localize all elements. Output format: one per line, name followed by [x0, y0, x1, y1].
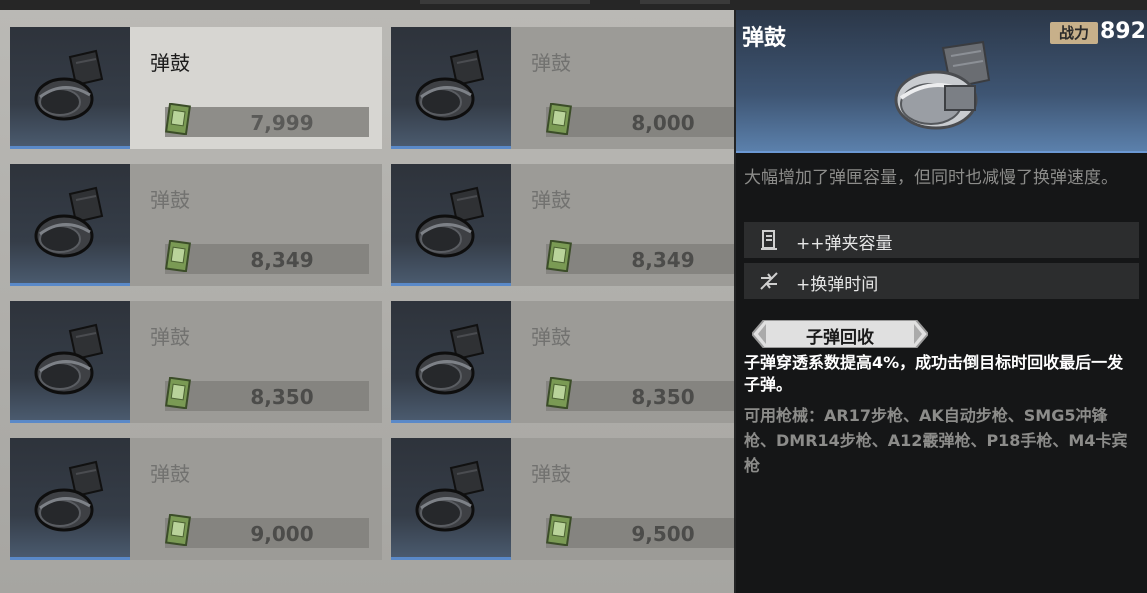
- item-card[interactable]: 弹鼓 8,000: [391, 27, 736, 149]
- item-thumbnail: [10, 27, 130, 149]
- item-price: 9,000: [250, 522, 314, 546]
- price-bar: 8,349: [165, 239, 369, 274]
- stat-row-reload: +换弹时间: [744, 263, 1139, 299]
- item-thumbnail: [391, 438, 511, 560]
- item-name: 弹鼓: [531, 325, 571, 349]
- price-bar: 7,999: [165, 102, 369, 137]
- price-bar: 8,350: [546, 376, 736, 411]
- item-card[interactable]: 弹鼓 7,999: [10, 27, 382, 149]
- item-card[interactable]: 弹鼓 8,350: [391, 301, 736, 423]
- item-name: 弹鼓: [150, 188, 190, 212]
- item-thumbnail: [10, 438, 130, 560]
- item-name: 弹鼓: [531, 51, 571, 75]
- item-description: 大幅增加了弹匣容量，但同时也减慢了换弹速度。: [744, 168, 1118, 188]
- price-bar: 8,350: [165, 376, 369, 411]
- power-badge: 战力: [1050, 22, 1098, 44]
- item-thumbnail: [10, 301, 130, 423]
- money-icon: [165, 102, 191, 136]
- detail-panel: 弹鼓 战力 892 大幅增加了弹匣容量，但同时也减慢了换弹速度。 ++弹夹容量 …: [734, 10, 1147, 593]
- compatible-weapons: 可用枪械：AR17步枪、AK自动步枪、SMG5冲锋枪、DMR14步枪、A12霰弹…: [744, 406, 1128, 475]
- top-bar: [0, 0, 1147, 10]
- item-price: 8,349: [631, 248, 695, 272]
- item-price: 8,350: [631, 385, 695, 409]
- stat-label: ++弹夹容量: [796, 234, 893, 254]
- top-tab-strip: [640, 0, 730, 4]
- money-icon: [165, 239, 191, 273]
- item-name: 弹鼓: [150, 51, 190, 75]
- money-icon: [165, 376, 191, 410]
- skill-name: 子弹回收: [806, 328, 874, 348]
- top-tab-strip: [420, 0, 590, 4]
- stat-row-magazine: ++弹夹容量: [744, 222, 1139, 258]
- item-price: 7,999: [250, 111, 314, 135]
- item-card[interactable]: 弹鼓 8,349: [10, 164, 382, 286]
- power-value: 892: [1100, 19, 1146, 44]
- item-card[interactable]: 弹鼓 8,349: [391, 164, 736, 286]
- price-bar: 9,000: [165, 513, 369, 548]
- money-icon: [546, 376, 572, 410]
- price-bar: 8,349: [546, 239, 736, 274]
- item-preview: 弹鼓 战力 892: [736, 10, 1147, 153]
- money-icon: [165, 513, 191, 547]
- item-name: 弹鼓: [150, 325, 190, 349]
- price-bar: 9,500: [546, 513, 736, 548]
- item-thumbnail: [391, 164, 511, 286]
- stat-label: +换弹时间: [796, 275, 879, 295]
- drum-magazine-icon: [894, 40, 991, 130]
- money-icon: [546, 239, 572, 273]
- reload-icon: [760, 272, 778, 290]
- item-card[interactable]: 弹鼓 9,500: [391, 438, 736, 560]
- item-grid: 弹鼓 7,999 弹鼓 8,000 弹鼓 8,349 弹鼓 8,349 弹鼓 8,350 弹鼓 8,3…: [0, 10, 736, 593]
- item-price: 8,349: [250, 248, 314, 272]
- price-bar: 8,000: [546, 102, 736, 137]
- item-price: 8,350: [250, 385, 314, 409]
- magazine-icon: [761, 230, 777, 250]
- money-icon: [546, 102, 572, 136]
- item-name: 弹鼓: [531, 188, 571, 212]
- item-card[interactable]: 弹鼓 8,350: [10, 301, 382, 423]
- item-price: 9,500: [631, 522, 695, 546]
- skill-tag: 子弹回收: [752, 320, 928, 348]
- item-thumbnail: [10, 164, 130, 286]
- skill-description: 子弹穿透系数提高4%，成功击倒目标时回收最后一发子弹。: [744, 353, 1124, 394]
- item-name: 弹鼓: [150, 462, 190, 486]
- money-icon: [546, 513, 572, 547]
- item-thumbnail: [391, 301, 511, 423]
- item-thumbnail: [391, 27, 511, 149]
- detail-title: 弹鼓: [742, 26, 787, 51]
- item-price: 8,000: [631, 111, 695, 135]
- item-card[interactable]: 弹鼓 9,000: [10, 438, 382, 560]
- item-name: 弹鼓: [531, 462, 571, 486]
